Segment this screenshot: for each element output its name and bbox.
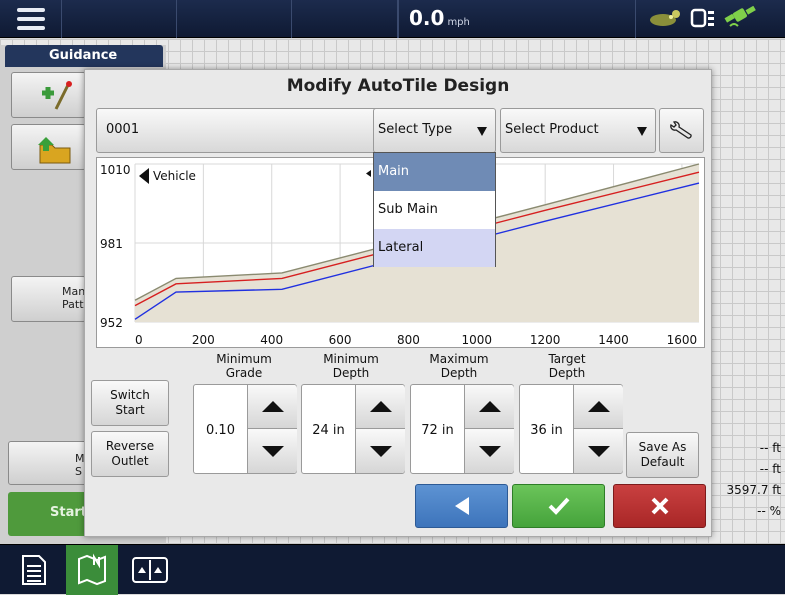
- chevron-down-icon: [637, 127, 647, 136]
- speed-value: 0.0: [409, 6, 445, 30]
- minimum-depth-label: Minimum Depth: [323, 352, 379, 380]
- wrench-icon: [669, 120, 692, 139]
- y-tick-label: 952: [100, 316, 123, 330]
- close-icon: [651, 497, 668, 515]
- modify-autotile-dialog: Modify AutoTile Design 0001 Select Type …: [84, 69, 712, 537]
- minimum-depth-stepper[interactable]: 24 in: [301, 384, 405, 474]
- target-depth-value[interactable]: 36 in: [520, 423, 573, 438]
- maximum-depth-label: Maximum Depth: [429, 352, 489, 380]
- x-tick-label: 0: [135, 333, 143, 347]
- y-tick-label: 1010: [100, 163, 131, 177]
- arrow-down-icon: [587, 445, 610, 457]
- x-tick-label: 600: [329, 333, 352, 347]
- switch-start-button[interactable]: Switch Start: [91, 380, 169, 426]
- vehicle-position-marker: [366, 170, 371, 177]
- manage-pattern-button[interactable]: Man Patt: [11, 276, 86, 322]
- summary-button[interactable]: [8, 545, 60, 595]
- status-segment[interactable]: [177, 0, 292, 38]
- status-segment[interactable]: [62, 0, 177, 38]
- select-product-dropdown[interactable]: Select Product: [500, 108, 656, 153]
- dialog-title: Modify AutoTile Design: [286, 76, 510, 96]
- vehicle-label: Vehicle: [153, 169, 196, 183]
- stats-panel: -- ft -- ft 3597.7 ft -- %: [712, 438, 785, 522]
- y-tick-label: 981: [100, 237, 123, 251]
- minimum-grade-label: Minimum Grade: [216, 352, 272, 380]
- bottom-nav-bar: [0, 544, 785, 595]
- arrow-down-icon: [478, 445, 501, 457]
- stat-value: 3597.7 ft: [726, 483, 781, 497]
- top-status-bar: 0.0 mph: [0, 0, 785, 38]
- arrow-up-icon: [478, 401, 501, 412]
- x-tick-label: 1200: [530, 333, 561, 347]
- reverse-outlet-button[interactable]: Reverse Outlet: [91, 431, 169, 477]
- select-type-dropdown[interactable]: Select Type: [373, 108, 496, 153]
- document-icon: [22, 555, 46, 585]
- type-option-main[interactable]: Main: [374, 153, 495, 191]
- map-north-icon: [78, 553, 106, 586]
- checkmark-icon: [548, 497, 569, 515]
- x-tick-label: 400: [260, 333, 283, 347]
- back-arrow-icon: [454, 497, 469, 515]
- increment-button[interactable]: [464, 385, 514, 429]
- increment-button[interactable]: [247, 385, 297, 429]
- decrement-button[interactable]: [464, 429, 514, 473]
- increment-button[interactable]: [573, 385, 623, 429]
- design-name-value: 0001: [106, 122, 140, 137]
- decrement-button[interactable]: [355, 429, 405, 473]
- vehicle-marker-icon: [139, 168, 149, 184]
- select-product-label: Select Product: [505, 122, 599, 137]
- target-depth-stepper[interactable]: 36 in: [519, 384, 623, 474]
- arrow-down-icon: [261, 445, 284, 457]
- arrow-up-icon: [369, 401, 392, 412]
- confirm-button[interactable]: [512, 484, 605, 528]
- target-depth-label: Target Depth: [548, 352, 586, 380]
- guidance-tab[interactable]: Guidance: [5, 45, 163, 67]
- start-label: Start: [50, 505, 87, 520]
- status-segment[interactable]: [292, 0, 398, 38]
- minimum-grade-value[interactable]: 0.10: [194, 423, 247, 438]
- x-tick-label: 200: [192, 333, 215, 347]
- x-tick-label: 1400: [598, 333, 629, 347]
- split-view-icon: [132, 557, 168, 583]
- type-option-lateral[interactable]: Lateral: [374, 229, 495, 267]
- type-options-list: Main Sub Main Lateral: [373, 152, 496, 267]
- stat-value: -- ft: [759, 441, 781, 455]
- load-pattern-button[interactable]: [11, 124, 86, 170]
- minimum-grade-stepper[interactable]: 0.10: [193, 384, 297, 474]
- minimum-depth-value[interactable]: 24 in: [302, 423, 355, 438]
- manage-pattern-label: Man Patt: [62, 285, 86, 311]
- maximum-depth-stepper[interactable]: 72 in: [410, 384, 514, 474]
- stat-value: -- %: [757, 504, 781, 518]
- menu-button[interactable]: [0, 0, 62, 38]
- folder-icon: [38, 137, 71, 164]
- arrow-up-icon: [587, 401, 610, 412]
- gps-satellite-icon[interactable]: [724, 6, 756, 30]
- x-tick-label: 1000: [462, 333, 493, 347]
- pattern-add-icon: [42, 81, 72, 110]
- arrow-down-icon: [369, 445, 392, 457]
- implement-icon[interactable]: [648, 7, 682, 29]
- increment-button[interactable]: [355, 385, 405, 429]
- settings-button[interactable]: [659, 108, 704, 153]
- decrement-button[interactable]: [573, 429, 623, 473]
- speed-readout: 0.0 mph: [398, 0, 636, 38]
- stat-value: -- ft: [759, 462, 781, 476]
- cancel-button[interactable]: [613, 484, 706, 528]
- maximum-depth-value[interactable]: 72 in: [411, 423, 464, 438]
- map-mode-button[interactable]: [66, 545, 118, 595]
- decrement-button[interactable]: [247, 429, 297, 473]
- back-button[interactable]: [415, 484, 508, 528]
- select-type-label: Select Type: [378, 122, 453, 137]
- x-tick-label: 800: [397, 333, 420, 347]
- chevron-down-icon: [477, 127, 487, 136]
- save-as-default-button[interactable]: Save As Default: [626, 432, 699, 478]
- hamburger-icon: [16, 8, 45, 12]
- new-pattern-button[interactable]: [11, 72, 86, 118]
- arrow-up-icon: [261, 401, 284, 412]
- split-view-button[interactable]: [124, 545, 176, 595]
- device-status-icon[interactable]: [690, 7, 716, 29]
- type-option-sub-main[interactable]: Sub Main: [374, 191, 495, 229]
- x-tick-label: 1600: [667, 333, 698, 347]
- speed-unit: mph: [447, 17, 470, 28]
